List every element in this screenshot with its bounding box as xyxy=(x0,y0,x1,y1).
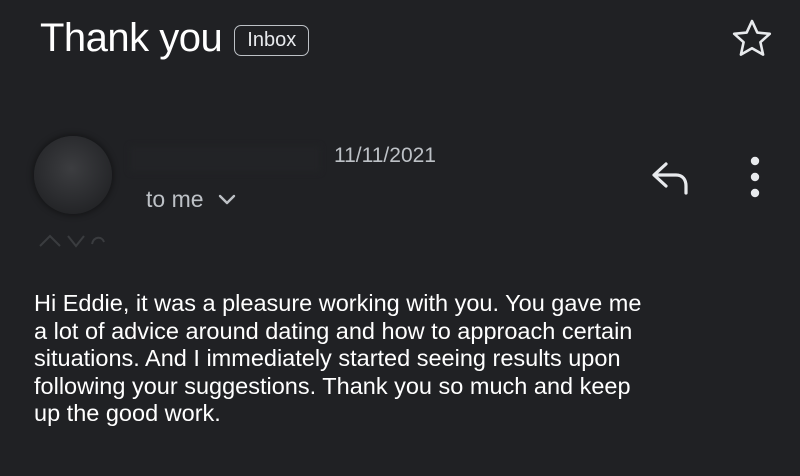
cropped-text-fragment xyxy=(36,232,106,248)
more-vert-icon xyxy=(750,156,760,198)
sender-avatar[interactable] xyxy=(34,136,112,214)
subject-row: Thank you Inbox xyxy=(40,10,310,66)
chevron-down-icon xyxy=(218,194,235,204)
sender-name-redacted xyxy=(130,146,320,172)
body-line: following your suggestions. Thank you so… xyxy=(34,372,631,399)
more-options-button[interactable] xyxy=(748,154,762,200)
inbox-label-chip[interactable]: Inbox xyxy=(234,24,310,56)
star-icon[interactable] xyxy=(730,18,774,58)
body-line: situations. And I immediately started se… xyxy=(34,345,621,371)
email-body: Hi Eddie, it was a pleasure working with… xyxy=(34,290,774,428)
recipient-label: to me xyxy=(146,186,204,212)
reply-icon xyxy=(652,162,688,195)
recipient-toggle[interactable]: to me xyxy=(146,186,236,213)
body-line: Hi Eddie, it was a pleasure working with… xyxy=(34,290,642,316)
body-line: up the good work. xyxy=(34,400,221,426)
email-date: 11/11/2021 xyxy=(334,144,436,167)
body-line: a lot of advice around dating and how to… xyxy=(34,317,633,344)
reply-button[interactable] xyxy=(648,160,694,196)
email-subject: Thank you xyxy=(40,16,223,60)
